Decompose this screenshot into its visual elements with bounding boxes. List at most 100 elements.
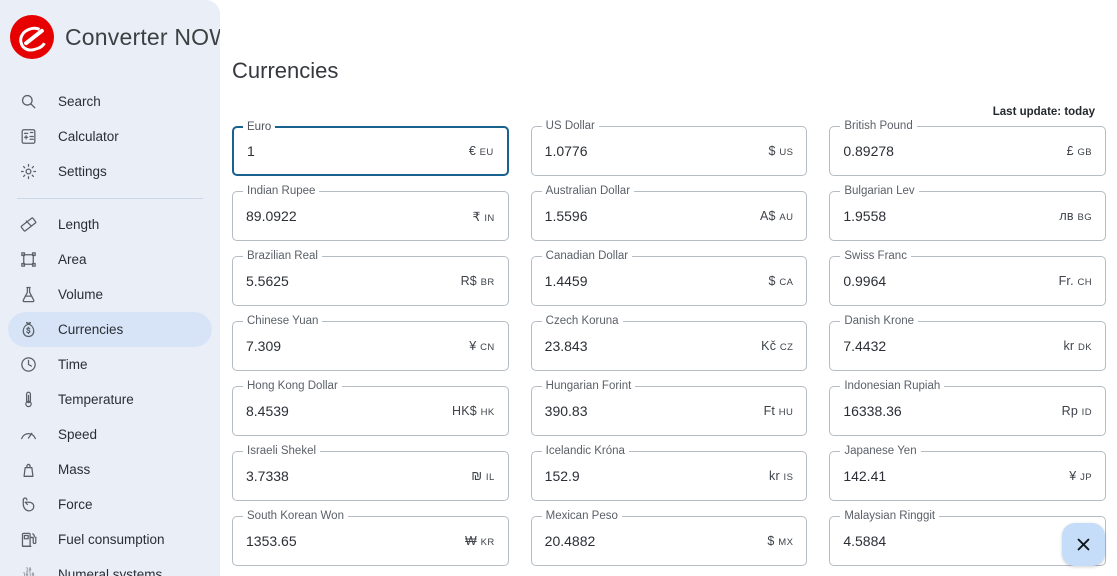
currency-field-in[interactable]: Indian Rupee89.0922₹ IN: [232, 191, 509, 241]
currency-symbol: A$: [760, 209, 776, 223]
currency-field-value[interactable]: 3.7338: [246, 467, 471, 485]
currency-field-mx[interactable]: Mexican Peso20.4882$ MX: [531, 516, 808, 566]
currency-unit: Ft HU: [764, 404, 794, 418]
fuel-pump-icon: [19, 530, 38, 549]
currency-field-value[interactable]: 1.4459: [545, 272, 769, 290]
currency-unit: Fr. CH: [1059, 274, 1092, 288]
currency-field-cz[interactable]: Czech Koruna23.843Kč CZ: [531, 321, 808, 371]
currency-field-il[interactable]: Israeli Shekel3.7338₪ IL: [232, 451, 509, 501]
sidebar-item-label: Settings: [58, 164, 107, 179]
currency-code: IS: [784, 472, 794, 483]
sidebar-item-search[interactable]: Search: [8, 84, 212, 119]
currency-field-hu[interactable]: Hungarian Forint390.83Ft HU: [531, 386, 808, 436]
sidebar-item-currencies[interactable]: Currencies: [8, 312, 212, 347]
currency-code: HU: [779, 407, 794, 418]
currency-field-value[interactable]: 1.0776: [545, 142, 769, 160]
app-root: Converter NOW SearchCalculatorSettingsLe…: [0, 0, 1117, 576]
svg-text:1010: 1010: [23, 572, 35, 576]
currency-unit: $ US: [768, 144, 793, 158]
page-title: Currencies: [231, 0, 1106, 84]
currency-field-cn[interactable]: Chinese Yuan7.309¥ CN: [232, 321, 509, 371]
currency-code: CZ: [780, 342, 793, 353]
currency-code: IN: [484, 213, 494, 224]
currency-unit: Rp ID: [1062, 404, 1092, 418]
currency-code: EU: [480, 147, 494, 158]
currency-field-label: Israeli Shekel: [243, 445, 320, 458]
currency-field-ca[interactable]: Canadian Dollar1.4459$ CA: [531, 256, 808, 306]
sidebar-item-label: Calculator: [58, 129, 119, 144]
currency-field-jp[interactable]: Japanese Yen142.41¥ JP: [829, 451, 1106, 501]
close-button[interactable]: [1062, 523, 1105, 566]
currency-unit: ₹ IN: [473, 209, 495, 224]
sidebar-item-label: Search: [58, 94, 101, 109]
currency-field-label: Mexican Peso: [542, 510, 622, 523]
currency-field-eu[interactable]: Euro1€ EU: [232, 126, 509, 176]
currency-field-id[interactable]: Indonesian Rupiah16338.36Rp ID: [829, 386, 1106, 436]
sidebar-item-length[interactable]: Length: [8, 207, 212, 242]
currency-field-value[interactable]: 152.9: [545, 467, 769, 485]
sidebar-item-label: Volume: [58, 287, 103, 302]
sidebar-item-mass[interactable]: Mass: [8, 452, 212, 487]
currency-field-label: Indian Rupee: [243, 185, 319, 198]
currency-field-is[interactable]: Icelandic Króna152.9kr IS: [531, 451, 808, 501]
currency-field-value[interactable]: 0.9964: [843, 272, 1058, 290]
currency-field-br[interactable]: Brazilian Real5.5625R$ BR: [232, 256, 509, 306]
currency-unit: R$ BR: [461, 274, 495, 288]
currency-field-bg[interactable]: Bulgarian Lev1.9558лв BG: [829, 191, 1106, 241]
currency-unit: £ GB: [1067, 144, 1092, 158]
currency-field-label: Hungarian Forint: [542, 380, 636, 393]
currency-field-label: Danish Krone: [840, 315, 918, 328]
currency-field-value[interactable]: 7.4432: [843, 337, 1063, 355]
currency-field-value[interactable]: 1353.65: [246, 532, 465, 550]
currency-field-label: British Pound: [840, 120, 916, 133]
currency-field-value[interactable]: 23.843: [545, 337, 762, 355]
sidebar-item-fuel-consumption[interactable]: Fuel consumption: [8, 522, 212, 557]
sidebar-item-volume[interactable]: Volume: [8, 277, 212, 312]
sidebar-item-settings[interactable]: Settings: [8, 154, 212, 189]
sidebar-item-calculator[interactable]: Calculator: [8, 119, 212, 154]
currency-field-value[interactable]: 16338.36: [843, 402, 1061, 420]
sidebar-item-time[interactable]: Time: [8, 347, 212, 382]
currency-field-value[interactable]: 8.4539: [246, 402, 452, 420]
sidebar-item-numeral-systems[interactable]: 101010011Numeral systems: [8, 557, 212, 576]
currency-field-label: Indonesian Rupiah: [840, 380, 944, 393]
currency-field-kr[interactable]: South Korean Won1353.65₩ KR: [232, 516, 509, 566]
currency-field-value[interactable]: 0.89278: [843, 142, 1066, 160]
currency-field-ch[interactable]: Swiss Franc0.9964Fr. CH: [829, 256, 1106, 306]
currency-field-gb[interactable]: British Pound0.89278£ GB: [829, 126, 1106, 176]
currency-field-value[interactable]: 1: [247, 142, 469, 160]
currency-field-dk[interactable]: Danish Krone7.4432kr DK: [829, 321, 1106, 371]
currency-field-value[interactable]: 89.0922: [246, 207, 473, 225]
currency-code: ID: [1082, 407, 1092, 418]
currency-field-value[interactable]: 20.4882: [545, 532, 768, 550]
sidebar-item-force[interactable]: Force: [8, 487, 212, 522]
currency-field-value[interactable]: 142.41: [843, 467, 1069, 485]
currency-field-value[interactable]: 1.5596: [545, 207, 760, 225]
currency-unit: лв BG: [1059, 209, 1092, 223]
currency-code: IL: [486, 472, 495, 483]
search-icon: [19, 92, 38, 111]
currency-field-value[interactable]: 4.5884: [843, 532, 1092, 550]
currency-field-label: Canadian Dollar: [542, 250, 632, 263]
currency-symbol: Ft: [764, 404, 776, 418]
currency-field-us[interactable]: US Dollar1.0776$ US: [531, 126, 808, 176]
currency-field-au[interactable]: Australian Dollar1.5596A$ AU: [531, 191, 808, 241]
currency-field-hk[interactable]: Hong Kong Dollar8.4539HK$ HK: [232, 386, 509, 436]
sidebar-nav: Search Calculator Settings LengthArea Volume…: [0, 74, 220, 576]
currency-unit: € EU: [469, 144, 494, 158]
currency-field-value[interactable]: 1.9558: [843, 207, 1059, 225]
currency-symbol: kr: [769, 469, 780, 483]
currency-unit: $ CA: [768, 274, 793, 288]
sidebar-item-temperature[interactable]: Temperature: [8, 382, 212, 417]
currency-field-value[interactable]: 5.5625: [246, 272, 461, 290]
currency-field-value[interactable]: 7.309: [246, 337, 469, 355]
binary-icon: 101010011: [19, 565, 38, 576]
sidebar-item-area[interactable]: Area: [8, 242, 212, 277]
currency-grid: Euro1€ EU US Dollar1.0776$ US British Poun…: [231, 118, 1106, 566]
sidebar-item-speed[interactable]: Speed: [8, 417, 212, 452]
currency-code: CH: [1077, 277, 1092, 288]
currency-field-value[interactable]: 390.83: [545, 402, 764, 420]
currency-field-label: Chinese Yuan: [243, 315, 322, 328]
currency-symbol: £: [1067, 144, 1074, 158]
sidebar-item-label: Temperature: [58, 392, 134, 407]
